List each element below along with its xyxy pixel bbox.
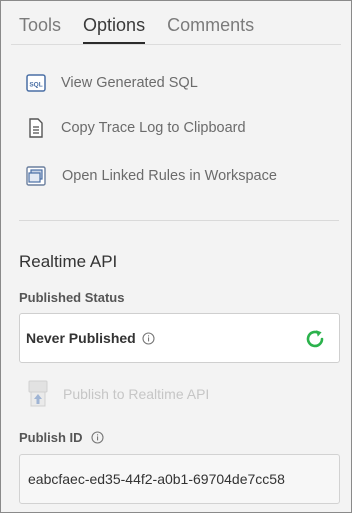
sql-icon: SQL xyxy=(25,72,47,94)
published-status-box: Never Published xyxy=(19,313,340,363)
publish-id-label: Publish ID xyxy=(19,430,83,445)
view-generated-sql-label: View Generated SQL xyxy=(61,75,198,91)
tab-comments[interactable]: Comments xyxy=(167,13,254,45)
publish-realtime-api-button[interactable]: Publish to Realtime API xyxy=(27,379,209,409)
view-generated-sql-button[interactable]: SQL View Generated SQL xyxy=(25,70,198,96)
document-icon xyxy=(25,117,47,139)
tab-bar: Tools Options Comments xyxy=(19,13,276,45)
info-icon[interactable] xyxy=(91,431,104,444)
linked-windows-icon xyxy=(25,165,47,187)
svg-text:SQL: SQL xyxy=(29,82,42,89)
publish-realtime-api-label: Publish to Realtime API xyxy=(63,386,210,402)
open-linked-rules-button[interactable]: Open Linked Rules in Workspace xyxy=(25,163,277,189)
published-status-label: Published Status xyxy=(19,290,125,305)
tab-divider xyxy=(11,44,341,45)
refresh-icon[interactable] xyxy=(304,328,326,350)
options-panel: Tools Options Comments SQL View Generate… xyxy=(0,0,352,513)
copy-trace-log-label: Copy Trace Log to Clipboard xyxy=(61,120,246,136)
publish-id-label-row: Publish ID xyxy=(19,430,104,445)
copy-trace-log-button[interactable]: Copy Trace Log to Clipboard xyxy=(25,115,246,141)
publish-id-field[interactable]: eabcfaec-ed35-44f2-a0b1-69704de7cc58 xyxy=(19,454,340,504)
tab-options[interactable]: Options xyxy=(83,13,146,45)
status-value: Never Published xyxy=(26,330,136,346)
publish-upload-icon xyxy=(27,380,49,408)
open-linked-rules-label: Open Linked Rules in Workspace xyxy=(62,168,277,184)
info-icon[interactable] xyxy=(142,331,155,345)
tab-tools[interactable]: Tools xyxy=(19,13,61,45)
realtime-api-heading: Realtime API xyxy=(19,252,118,271)
section-divider xyxy=(19,220,339,221)
